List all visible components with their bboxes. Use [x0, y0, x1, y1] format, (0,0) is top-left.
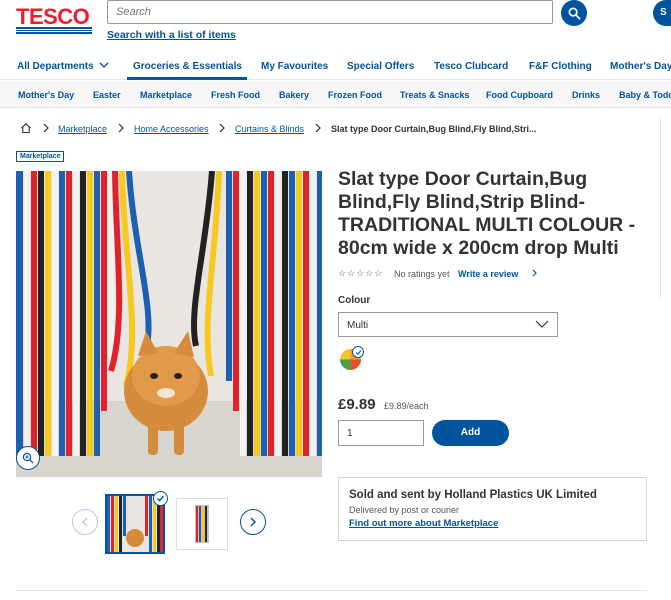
seller-delivery: Delivered by post or courier: [349, 505, 460, 515]
breadcrumb-curtains-blinds[interactable]: Curtains & Blinds: [235, 124, 304, 134]
chevron-right-icon: [43, 123, 49, 133]
subnav-frozen-food[interactable]: Frozen Food: [328, 90, 382, 100]
search-button[interactable]: [561, 0, 587, 26]
side-panel-edge: [660, 118, 671, 298]
nav-all-departments-label: All Departments: [17, 61, 94, 72]
thumbnail-2[interactable]: [176, 498, 228, 550]
quantity-field[interactable]: [338, 420, 424, 446]
nav-clubcard[interactable]: Tesco Clubcard: [434, 61, 508, 72]
account-button[interactable]: S: [653, 0, 671, 26]
unit-price: £9.89/each: [384, 401, 429, 411]
thumbnail-next-button[interactable]: [240, 509, 266, 535]
seller-title: Sold and sent by Holland Plastics UK Lim…: [349, 489, 597, 501]
subnav-easter[interactable]: Easter: [93, 90, 121, 100]
subnav-mothers-day[interactable]: Mother's Day: [18, 90, 74, 100]
chevron-right-icon: [250, 517, 257, 527]
tesco-logo-stripes: [16, 27, 92, 34]
selected-check-icon: [153, 491, 168, 506]
chevron-down-icon: [100, 62, 109, 68]
swatch-check-icon: [352, 346, 364, 358]
subnav-food-cupboard[interactable]: Food Cupboard: [486, 90, 553, 100]
rating-stars-icon: ☆☆☆☆☆: [338, 268, 384, 278]
quantity-input[interactable]: [339, 421, 423, 445]
colour-select-value: Multi: [347, 320, 369, 331]
subnav-treats-snacks[interactable]: Treats & Snacks: [400, 90, 470, 100]
chevron-right-icon: [118, 123, 124, 133]
nav-groceries[interactable]: Groceries & Essentials: [133, 61, 242, 72]
search-input[interactable]: [108, 1, 552, 23]
subnav-drinks[interactable]: Drinks: [572, 90, 600, 100]
product-photo: [16, 171, 322, 477]
product-title: Slat type Door Curtain,Bug Blind,Fly Bli…: [338, 168, 636, 259]
marketplace-badge: Marketplace: [16, 151, 65, 162]
subnav-bakery[interactable]: Bakery: [279, 90, 309, 100]
subnav-fresh-food[interactable]: Fresh Food: [211, 90, 260, 100]
secondary-nav: Mother's Day Easter Marketplace Fresh Fo…: [0, 81, 671, 108]
chevron-left-icon: [81, 517, 88, 527]
nav-active-indicator: [127, 77, 247, 80]
divider: [16, 590, 647, 591]
colour-label: Colour: [338, 295, 371, 306]
search-icon: [568, 7, 580, 19]
rating-text: No ratings yet: [394, 269, 450, 279]
nav-special-offers[interactable]: Special Offers: [347, 61, 414, 72]
primary-nav: All Departments Groceries & Essentials M…: [0, 52, 671, 80]
colour-select[interactable]: Multi: [338, 312, 558, 337]
subnav-baby-toddler[interactable]: Baby & Toddl: [619, 90, 671, 100]
chevron-right-icon: [219, 123, 225, 133]
zoom-button[interactable]: [16, 446, 40, 470]
subnav-marketplace[interactable]: Marketplace: [140, 90, 192, 100]
thumbnail-2-image: [177, 499, 227, 549]
chevron-right-icon: [532, 269, 537, 277]
thumbnail-prev-button[interactable]: [72, 509, 98, 535]
nav-all-departments[interactable]: All Departments: [17, 61, 109, 72]
search-field[interactable]: [107, 0, 553, 24]
marketplace-info-link[interactable]: Find out more about Marketplace: [349, 518, 498, 529]
chevron-down-icon: [535, 320, 549, 328]
breadcrumb-marketplace[interactable]: Marketplace: [58, 124, 107, 134]
add-to-basket-button[interactable]: Add: [432, 420, 509, 446]
nav-my-favourites[interactable]: My Favourites: [261, 61, 328, 72]
home-icon[interactable]: [20, 122, 32, 134]
search-with-list-link[interactable]: Search with a list of items: [107, 29, 236, 41]
breadcrumb-current: Slat type Door Curtain,Bug Blind,Fly Bli…: [331, 124, 537, 134]
nav-mothers-day[interactable]: Mother's Day: [610, 61, 671, 72]
seller-info-box: Sold and sent by Holland Plastics UK Lim…: [338, 477, 647, 541]
nav-ff-clothing[interactable]: F&F Clothing: [529, 61, 592, 72]
breadcrumb-home-accessories[interactable]: Home Accessories: [134, 124, 209, 134]
zoom-in-icon: [22, 452, 34, 464]
chevron-right-icon: [315, 123, 321, 133]
product-image[interactable]: [16, 171, 322, 477]
product-price: £9.89: [338, 396, 376, 413]
write-review-link[interactable]: Write a review: [458, 269, 518, 279]
thumbnail-1-image: [107, 496, 163, 552]
